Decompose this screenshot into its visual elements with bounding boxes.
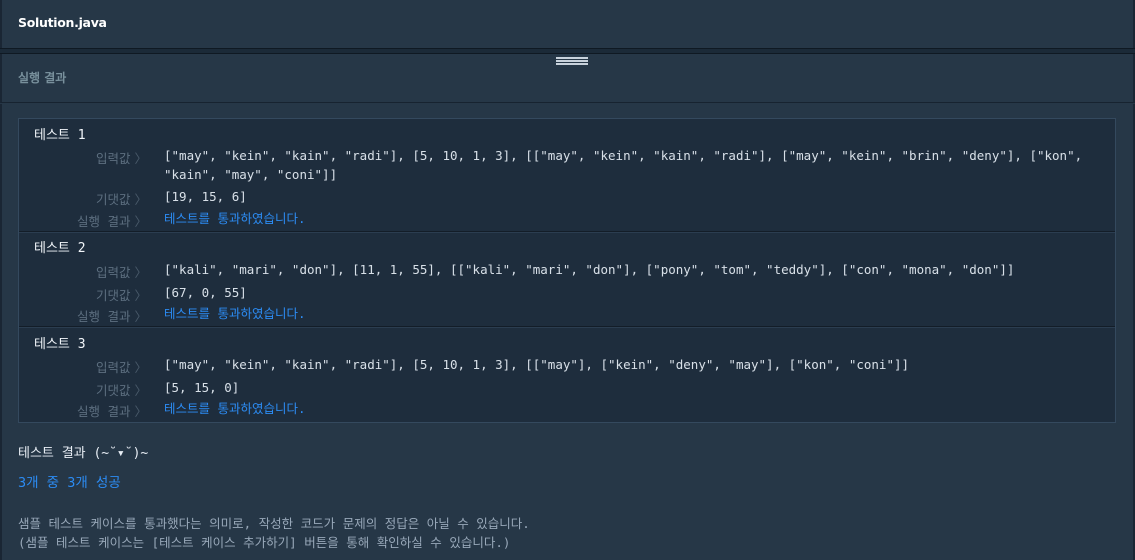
chevron-right-icon: 〉 (134, 383, 147, 398)
test-case-title: 테스트 3 (34, 337, 86, 352)
test-summary-title: 테스트 결과 (~˘▾˘)~ (18, 446, 149, 461)
test-case: 테스트 1 입력값 〉 ["may", "kein", "kain", "radi… (19, 119, 1115, 232)
test-case-title: 테스트 2 (34, 241, 86, 256)
result-value: 테스트를 통과하였습니다. (164, 211, 306, 226)
sample-test-note-hint: (샘플 테스트 케이스는 [테스트 케이스 추가하기] 버튼을 통해 확인하실 … (18, 535, 511, 550)
input-value: ["kali", "mari", "don"], [11, 1, 55], [[… (164, 262, 1015, 277)
result-label: 실행 결과 〉 (76, 404, 147, 419)
expected-value: [67, 0, 55] (164, 285, 247, 300)
input-label: 입력값 〉 (95, 360, 147, 375)
expected-label: 기댓값 〉 (95, 192, 147, 207)
test-results-list: 테스트 1 입력값 〉 ["may", "kein", "kain", "radi… (18, 118, 1116, 423)
test-case-title: 테스트 1 (34, 128, 86, 143)
chevron-right-icon: 〉 (134, 151, 147, 166)
drag-handle-icon[interactable] (556, 57, 588, 66)
result-value: 테스트를 통과하였습니다. (164, 306, 306, 321)
chevron-right-icon: 〉 (134, 360, 147, 375)
result-label: 실행 결과 〉 (76, 309, 147, 324)
chevron-right-icon: 〉 (134, 404, 147, 419)
chevron-right-icon: 〉 (134, 288, 147, 303)
file-tab-solution-java[interactable]: Solution.java (18, 15, 107, 30)
expected-label: 기댓값 〉 (95, 383, 147, 398)
chevron-right-icon: 〉 (134, 309, 147, 324)
chevron-right-icon: 〉 (134, 214, 147, 229)
chevron-right-icon: 〉 (134, 192, 147, 207)
input-value: ["may", "kein", "kain", "radi"], [5, 10,… (164, 357, 910, 372)
chevron-right-icon: 〉 (134, 265, 147, 280)
result-panel-body: 테스트 1 입력값 〉 ["may", "kein", "kain", "radi… (0, 104, 1135, 560)
editor-tab-bar: Solution.java (0, 0, 1135, 48)
expected-label: 기댓값 〉 (95, 288, 147, 303)
result-label: 실행 결과 〉 (76, 214, 147, 229)
test-case: 테스트 2 입력값 〉 ["kali", "mari", "don"], [11,… (19, 232, 1115, 327)
result-value: 테스트를 통과하였습니다. (164, 401, 306, 416)
expected-value: [5, 15, 0] (164, 380, 240, 395)
test-case: 테스트 3 입력값 〉 ["may", "kein", "kain", "radi… (19, 327, 1115, 422)
expected-value: [19, 15, 6] (164, 189, 247, 204)
test-summary-result: 3개 중 3개 성공 (18, 475, 121, 491)
input-value: ["may", "kein", "kain", "radi"], [5, 10,… (164, 148, 1083, 182)
input-label: 입력값 〉 (95, 265, 147, 280)
result-panel-title: 실행 결과 (18, 71, 67, 85)
sample-test-note: 샘플 테스트 케이스를 통과했다는 의미로, 작성한 코드가 문제의 정답은 아… (18, 516, 530, 531)
input-label: 입력값 〉 (95, 151, 147, 166)
